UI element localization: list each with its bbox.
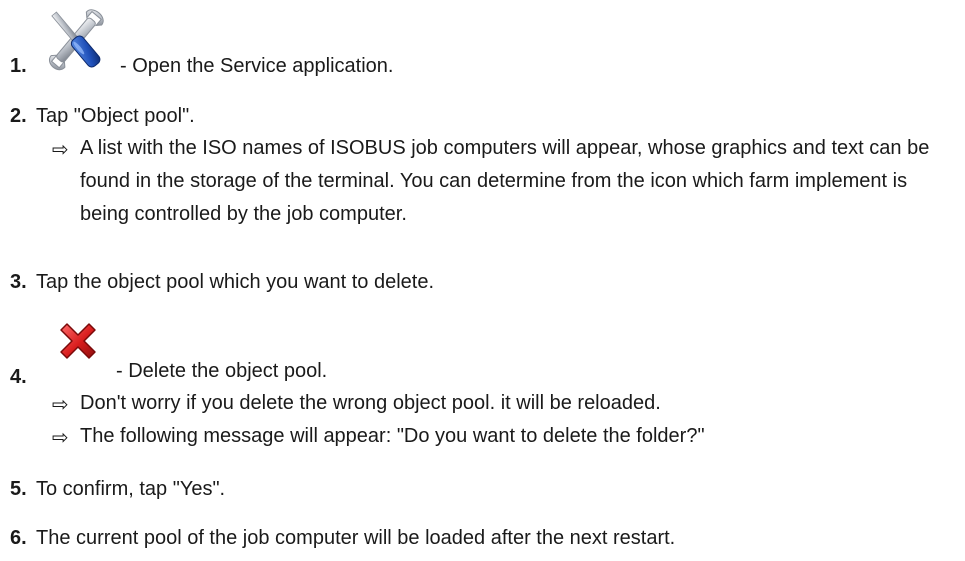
step-number: 5. bbox=[10, 478, 27, 500]
step-text: To confirm, tap "Yes". bbox=[36, 478, 226, 500]
step-text: Tap the object pool which you want to de… bbox=[36, 271, 435, 293]
result-arrow-icon: ⇨ bbox=[52, 139, 69, 161]
step-number: 1. bbox=[10, 55, 27, 77]
result-arrow-icon: ⇨ bbox=[52, 394, 69, 416]
result-arrow-icon: ⇨ bbox=[52, 427, 69, 449]
result-text: Don't worry if you delete the wrong obje… bbox=[80, 392, 661, 414]
step-text: - Delete the object pool. bbox=[116, 360, 328, 382]
result-text: A list with the ISO names of ISOBUS job … bbox=[80, 137, 930, 225]
step-number: 2. bbox=[10, 105, 27, 127]
step-text: - Open the Service application. bbox=[120, 55, 394, 77]
step-text: The current pool of the job computer wil… bbox=[36, 527, 676, 549]
delete-x-icon bbox=[55, 318, 101, 364]
step-number: 6. bbox=[10, 527, 27, 549]
step-text: Tap "Object pool". bbox=[36, 105, 195, 127]
service-wrench-screwdriver-icon bbox=[36, 4, 116, 76]
result-text: The following message will appear: "Do y… bbox=[80, 425, 705, 447]
step-number: 4. bbox=[10, 366, 27, 388]
step-number: 3. bbox=[10, 271, 27, 293]
